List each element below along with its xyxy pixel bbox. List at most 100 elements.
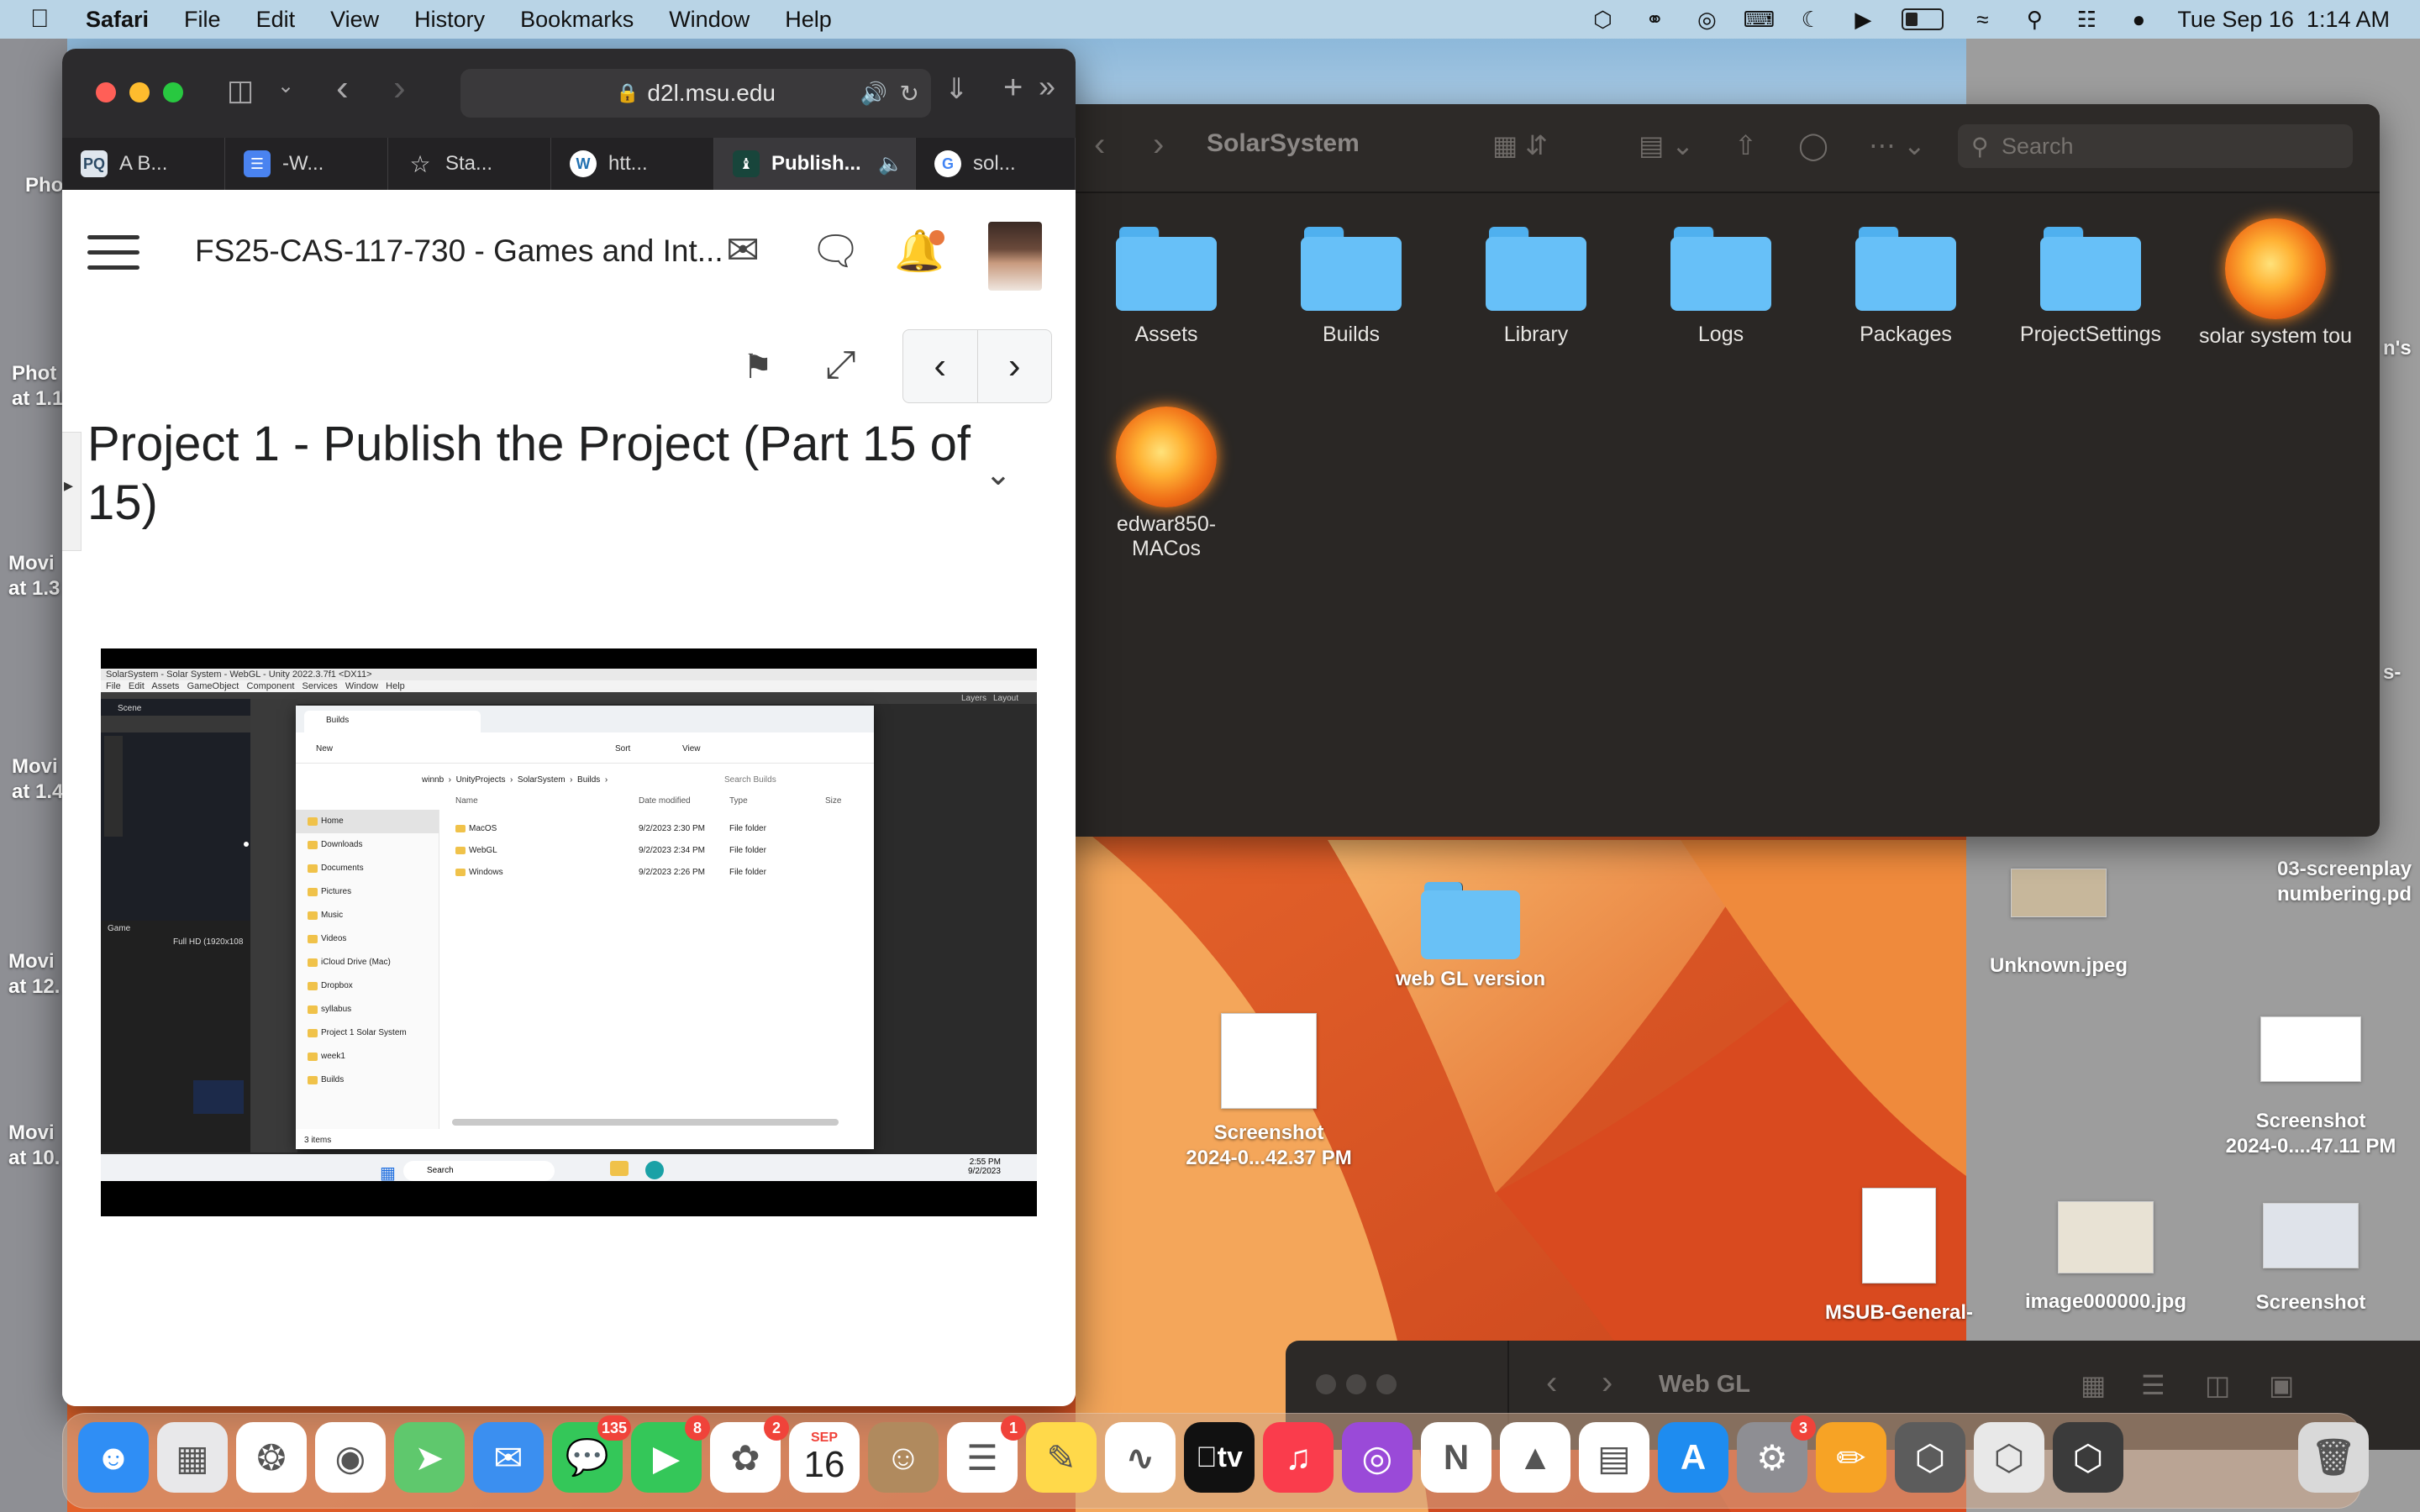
desktop-partial-label[interactable]: n's xyxy=(2383,336,2412,361)
finder-item-projectsettings[interactable]: ProjectSettings xyxy=(2007,227,2175,347)
tab-starred[interactable]: ☆ Sta... xyxy=(388,138,551,190)
keyboard-icon[interactable]: ⌨ xyxy=(1744,7,1776,32)
desktop-folder-web-gl-version[interactable]: web GL version xyxy=(1361,882,1580,991)
reload-icon[interactable]: ↻ xyxy=(900,80,919,108)
finder-item-edwar850-macos[interactable]: edwar850-MACos xyxy=(1082,407,1250,561)
dock-app-launchpad[interactable]: ▦ xyxy=(157,1422,228,1493)
menu-window[interactable]: Window xyxy=(669,7,750,33)
column-view-icon[interactable]: ◫ xyxy=(2205,1369,2230,1401)
gallery-view-icon[interactable]: ▣ xyxy=(2269,1369,2294,1401)
next-topic-button[interactable]: › xyxy=(978,330,1052,402)
zoom-button[interactable] xyxy=(163,82,183,102)
desktop-partial-label[interactable]: Movi at 12. xyxy=(8,949,60,1000)
unity-status-icon[interactable]: ⬡ xyxy=(1589,7,1616,32)
finder-item-solar-system-app[interactable]: solar system tou xyxy=(2191,218,2360,349)
desktop-partial-label[interactable]: s- xyxy=(2383,660,2401,685)
desktop-partial-label[interactable]: Phot at 1.1 xyxy=(12,361,63,412)
apple-menu-icon[interactable]:  xyxy=(30,5,64,34)
back-chevron-icon[interactable]: ‹ xyxy=(1094,126,1105,164)
dock-app-finder[interactable]: ☻ xyxy=(78,1422,149,1493)
tab-wordpress[interactable]: W htt... xyxy=(551,138,714,190)
menu-app-safari[interactable]: Safari xyxy=(86,7,149,33)
siri-icon[interactable]: ● xyxy=(2125,7,2152,32)
menu-clock[interactable]: Tue Sep 16 1:14 AM xyxy=(2177,7,2390,33)
chevron-down-icon[interactable]: ⌄ xyxy=(985,455,1012,493)
tab-pq[interactable]: PQ A B... xyxy=(62,138,225,190)
dock-app-news[interactable]: N xyxy=(1421,1422,1491,1493)
dock-app-photos[interactable]: ✿ 2 xyxy=(710,1415,789,1493)
dock-app-trash[interactable]: 🗑 xyxy=(2298,1422,2369,1493)
chevron-down-icon[interactable]: ⌄ xyxy=(277,74,294,98)
desktop-partial-label[interactable]: Movi at 1.3 xyxy=(8,551,60,601)
menu-bookmarks[interactable]: Bookmarks xyxy=(520,7,634,33)
menu-file[interactable]: File xyxy=(184,7,221,33)
mail-envelope-icon[interactable]: ✉ xyxy=(726,227,760,274)
menu-help[interactable]: Help xyxy=(785,7,832,33)
close-button[interactable] xyxy=(96,82,116,102)
desktop-partial-label[interactable]: Movi at 10. xyxy=(8,1121,60,1171)
dock-app-podcasts[interactable]: ◎ xyxy=(1342,1422,1413,1493)
finder-item-packages[interactable]: Packages xyxy=(1822,227,1990,347)
desktop-partial-label[interactable]: Movi at 1.4 xyxy=(12,754,63,805)
icon-view-grid-icon[interactable]: ▦ ⇵ xyxy=(1492,129,1548,161)
desktop-file-image000000[interactable]: image000000.jpg xyxy=(1996,1201,2215,1314)
safari-window[interactable]: ◫ ⌄ ‹ › 🔒 d2l.msu.edu 🔊 ↻ ⇓ + » PQ A B..… xyxy=(62,49,1076,1406)
back-chevron-icon[interactable]: ‹ xyxy=(1546,1364,1557,1402)
desktop-file-screenshot-3[interactable]: Screenshot 2024-0....20 PM xyxy=(2202,1203,2420,1317)
menu-edit[interactable]: Edit xyxy=(256,7,296,33)
dock-app-freeform[interactable]: ∿ xyxy=(1105,1422,1176,1493)
tab-google[interactable]: G sol... xyxy=(916,138,1076,190)
battery-icon[interactable] xyxy=(1902,8,1944,30)
tab-google-docs[interactable]: ☰ -W... xyxy=(225,138,388,190)
minimize-button[interactable] xyxy=(1346,1374,1366,1394)
tab-publish-active[interactable]: ♝ Publish... 🔈 xyxy=(714,138,916,190)
dock-app-chrome[interactable]: ◉ xyxy=(315,1422,386,1493)
dock-app-numbers[interactable]: ▤ xyxy=(1579,1422,1649,1493)
dock-app-app-store[interactable]: A xyxy=(1658,1422,1728,1493)
dock-app-calendar[interactable]: SEP 16 xyxy=(789,1422,860,1493)
side-panel-toggle[interactable]: ▸ xyxy=(62,432,82,551)
wifi-icon[interactable]: ≈ xyxy=(1969,7,1996,32)
dock-app-facetime[interactable]: ▶ 8 xyxy=(631,1415,710,1493)
icon-view-icon[interactable]: ▦ xyxy=(2081,1369,2106,1401)
dock-app-tv[interactable]: tv xyxy=(1184,1422,1255,1493)
more-actions-icon[interactable]: ⋯ ⌄ xyxy=(1869,129,1926,161)
dock-app-mail[interactable]: ✉ xyxy=(473,1422,544,1493)
dock-app-messages[interactable]: 💬 135 xyxy=(552,1415,631,1493)
finder-search-field[interactable]: ⚲ Search xyxy=(1958,124,2353,168)
sidebar-toggle-icon[interactable]: ◫ xyxy=(227,74,254,108)
desktop-file-screenshot-2[interactable]: Screenshot 2024-0....47.11 PM xyxy=(2202,1016,2420,1159)
list-view-icon[interactable]: ☰ xyxy=(2141,1369,2165,1401)
dock-app-unity-hub[interactable]: ⬡ xyxy=(1895,1422,1965,1493)
previous-topic-button[interactable]: ‹ xyxy=(903,330,978,402)
more-tabs-chevron-icon[interactable]: » xyxy=(1039,69,1055,104)
new-tab-plus-icon[interactable]: + xyxy=(1003,69,1023,107)
forward-chevron-icon[interactable]: › xyxy=(1153,126,1164,164)
minimize-button[interactable] xyxy=(129,82,150,102)
dock-app-music[interactable]: ♫ xyxy=(1263,1422,1334,1493)
tag-icon[interactable]: ◯ xyxy=(1798,129,1828,161)
embedded-video-player[interactable]: SolarSystem - Solar System - WebGL - Uni… xyxy=(101,648,1037,1216)
dock-app-pages[interactable]: ✏ xyxy=(1816,1422,1886,1493)
chat-bubbles-icon[interactable]: 🗨 xyxy=(810,227,861,275)
airdrop-icon[interactable]: ◎ xyxy=(1693,7,1720,32)
finder-item-logs[interactable]: Logs xyxy=(1637,227,1805,347)
zoom-button[interactable] xyxy=(1376,1374,1397,1394)
desktop-file-screenplay-pdf[interactable]: 03-screenplay numbering.pd xyxy=(2252,857,2420,907)
desktop-file-msub-application[interactable]: MSUB-General- Application.pdf xyxy=(1790,1188,2008,1326)
dock-app-unity-2[interactable]: ⬡ xyxy=(2053,1422,2123,1493)
dock-app-unity[interactable]: ⬡ xyxy=(1974,1422,2044,1493)
dock-app-contacts[interactable]: ☺ xyxy=(868,1422,939,1493)
fullscreen-expand-icon[interactable]: ⤢ xyxy=(825,341,856,388)
share-icon[interactable]: ⇧ xyxy=(1734,129,1757,161)
forward-chevron-icon[interactable]: › xyxy=(1602,1364,1612,1402)
downloads-icon[interactable]: ⇓ xyxy=(944,72,969,106)
close-button[interactable] xyxy=(1316,1374,1336,1394)
spotlight-search-icon[interactable]: ⚲ xyxy=(2021,7,2048,32)
group-by-icon[interactable]: ▤ ⌄ xyxy=(1639,129,1694,161)
dock-app-system-settings[interactable]: ⚙ 3 xyxy=(1737,1415,1816,1493)
focus-moon-icon[interactable]: ☾ xyxy=(1797,7,1824,32)
desktop-file-screenshot-1[interactable]: Screenshot 2024-0...42.37 PM xyxy=(1160,1013,1378,1171)
dock-app-keynote[interactable]: ▲ xyxy=(1500,1422,1570,1493)
desktop-file-unknown-jpeg[interactable]: Unknown.jpeg xyxy=(1949,869,2168,978)
